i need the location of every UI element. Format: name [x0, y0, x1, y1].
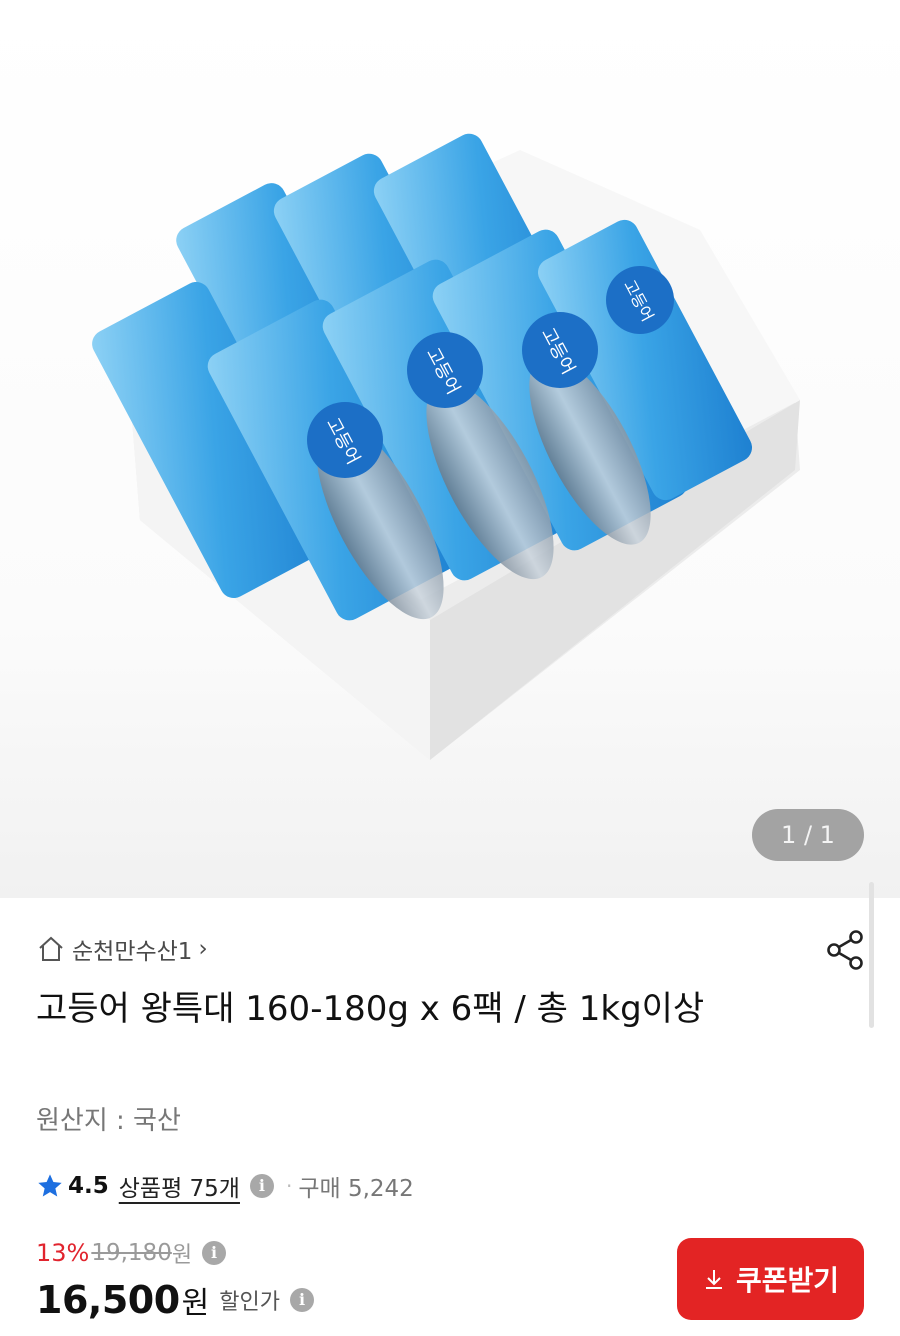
sale-price-label: 할인가 [219, 1290, 280, 1315]
sale-price: 16,500 [36, 1278, 180, 1322]
review-count-link[interactable]: 상품평 75개 [119, 1169, 240, 1203]
coupon-download-button[interactable]: 쿠폰받기 [677, 1238, 864, 1320]
original-price-unit: 원 [171, 1243, 193, 1268]
product-image: 고등어 고등어 고등어 고등어 [92, 133, 800, 760]
info-icon[interactable]: i [202, 1241, 227, 1265]
discount-row: 13% 19,180 원 i [36, 1235, 227, 1271]
discount-rate: 13% [36, 1239, 90, 1267]
product-title: 고등어 왕특대 160-180g x 6팩 / 총 1kg이상 [36, 989, 705, 1029]
store-name: 순천만수산1 [72, 939, 193, 965]
product-origin: 원산지 : 국산 [36, 1106, 181, 1136]
purchase-count: 구매 5,242 [298, 1176, 414, 1202]
rating-score: 4.5 [68, 1173, 109, 1199]
sale-price-unit: 원 [181, 1286, 210, 1321]
image-counter: 1 / 1 [752, 809, 864, 861]
rating-row: 4.5 상품평 75개 i · 구매 5,242 [36, 1166, 414, 1206]
store-link[interactable]: 순천만수산1 › [36, 930, 208, 968]
star-icon [38, 1174, 62, 1197]
info-icon[interactable]: i [289, 1288, 314, 1312]
separator-dot: · [285, 1174, 293, 1198]
scrollbar[interactable] [869, 882, 874, 1028]
info-icon[interactable]: i [249, 1174, 274, 1198]
chevron-right-icon: › [198, 936, 208, 962]
original-price: 19,180 [91, 1240, 172, 1266]
share-icon[interactable] [826, 929, 866, 971]
product-image-gallery[interactable]: 고등어 고등어 고등어 고등어 1 / 1 [0, 0, 900, 898]
download-icon [705, 1270, 722, 1289]
coupon-label: 쿠폰받기 [735, 1264, 840, 1297]
home-icon [39, 936, 63, 961]
price-row: 16,500 원 할인가 i [36, 1272, 314, 1328]
